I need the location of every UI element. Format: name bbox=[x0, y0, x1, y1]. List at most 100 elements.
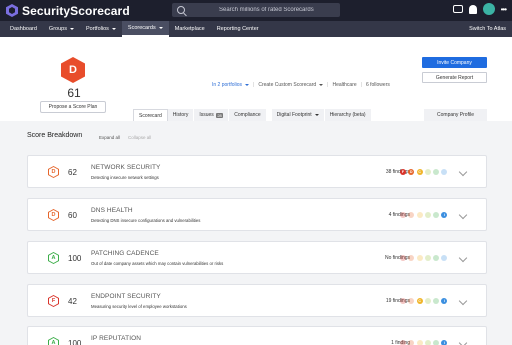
factor-card[interactable]: A 100 PATCHING CADENCE Out of date company … bbox=[27, 241, 487, 274]
severity-dot: C bbox=[416, 298, 423, 304]
factor-card[interactable]: F 42 ENDPOINT SECURITY Measuring security l… bbox=[27, 284, 487, 317]
factor-grade-badge: D bbox=[48, 166, 59, 178]
factor-score: 100 bbox=[68, 254, 82, 263]
factor-description: Out of date company assets which may con… bbox=[91, 261, 224, 266]
severity-dot bbox=[400, 212, 406, 218]
factor-card[interactable]: D 60 DNS HEALTH Detecting DNS insecure conf… bbox=[27, 198, 487, 231]
portfolios-link[interactable]: In 2 portfolios bbox=[212, 82, 250, 88]
factor-card[interactable]: A100IP REPUTATIONDetecting suspicious ac… bbox=[27, 326, 487, 345]
tab-scorecard[interactable]: Scorecard bbox=[133, 109, 168, 121]
tab-compliance[interactable]: Compliance bbox=[229, 109, 267, 121]
tab-history[interactable]: History bbox=[167, 109, 195, 121]
chevron-down-icon[interactable] bbox=[458, 253, 468, 263]
severity-dot bbox=[408, 255, 415, 261]
switch-to-atlas-link[interactable]: Switch To Atlas bbox=[469, 21, 506, 37]
separator: | bbox=[327, 82, 329, 88]
factor-name: DNS HEALTH bbox=[91, 207, 133, 214]
nav-scorecards-label: Scorecards bbox=[127, 25, 156, 31]
issues-count-badge: 28 bbox=[215, 112, 224, 118]
tab-issues-label: Issues bbox=[199, 112, 214, 118]
factor-description: Measuring security level of employee wor… bbox=[91, 304, 187, 309]
collapse-all-link[interactable]: Collapse all bbox=[128, 135, 151, 140]
factor-card[interactable]: D 62 NETWORK SECURITY Detecting insecure ne… bbox=[27, 155, 487, 188]
company-score: 61 bbox=[67, 86, 81, 100]
chevron-down-icon[interactable] bbox=[458, 167, 468, 177]
tab-digital-footprint-label: Digital Footprint bbox=[276, 112, 312, 118]
expand-all-link[interactable]: Expand all bbox=[99, 135, 120, 140]
severity-dot bbox=[416, 340, 423, 345]
create-custom-scorecard-label: Create Custom Scorecard bbox=[258, 82, 317, 88]
severity-dot bbox=[408, 298, 415, 304]
tab-company-profile[interactable]: Company Profile bbox=[424, 109, 487, 121]
logo-icon bbox=[6, 4, 18, 17]
nav-reporting-center[interactable]: Reporting Center bbox=[211, 21, 265, 37]
severity-dot bbox=[400, 298, 406, 304]
chevron-down-icon[interactable] bbox=[458, 296, 468, 306]
nav-portfolios[interactable]: Portfolios bbox=[80, 21, 122, 37]
severity-dot: i bbox=[441, 212, 448, 218]
severity-dot bbox=[433, 340, 440, 345]
severity-dot: C bbox=[416, 169, 423, 175]
severity-dots bbox=[400, 255, 448, 261]
severity-dots: FDC bbox=[400, 169, 448, 175]
nav-portfolios-label: Portfolios bbox=[85, 26, 109, 32]
company-meta: In 2 portfolios | Create Custom Scorecar… bbox=[212, 82, 390, 88]
tab-issues[interactable]: Issues 28 bbox=[194, 109, 230, 121]
search-bar[interactable] bbox=[172, 3, 340, 17]
tab-hierarchy[interactable]: Hierarchy (beta) bbox=[324, 109, 372, 121]
factor-grade-badge: F bbox=[48, 295, 59, 307]
factor-name: IP REPUTATION bbox=[91, 335, 142, 342]
logo[interactable]: SecurityScorecard bbox=[6, 3, 130, 18]
severity-dot bbox=[416, 212, 423, 218]
chevron-down-icon bbox=[158, 27, 163, 29]
chevron-down-icon[interactable] bbox=[458, 210, 468, 220]
nav-groups[interactable]: Groups bbox=[43, 21, 80, 37]
factor-grade-letter: D bbox=[49, 210, 58, 220]
nav-scorecards[interactable]: Scorecards bbox=[121, 21, 169, 37]
bell-icon[interactable] bbox=[468, 4, 477, 14]
factor-grade-letter: F bbox=[49, 296, 58, 306]
search-input[interactable] bbox=[219, 7, 339, 13]
factor-grade-badge: A bbox=[48, 337, 59, 345]
severity-dot bbox=[400, 255, 406, 261]
severity-dot bbox=[441, 255, 448, 261]
avatar[interactable] bbox=[482, 3, 495, 15]
severity-dot bbox=[400, 340, 406, 345]
severity-dot bbox=[433, 169, 440, 175]
nav-marketplace[interactable]: Marketplace bbox=[169, 21, 211, 37]
severity-dot bbox=[433, 255, 440, 261]
company-header: D 61 Propose a Score Plan In 2 portfolio… bbox=[0, 37, 512, 121]
factor-name: ENDPOINT SECURITY bbox=[91, 293, 161, 300]
factor-score: 62 bbox=[68, 168, 77, 177]
chat-icon[interactable] bbox=[452, 5, 463, 13]
severity-dot bbox=[424, 255, 431, 261]
nav-groups-label: Groups bbox=[48, 26, 67, 32]
factor-description: Detecting DNS insecure configurations an… bbox=[91, 218, 201, 223]
severity-dot: i bbox=[441, 340, 448, 345]
create-custom-scorecard-link[interactable]: Create Custom Scorecard bbox=[258, 82, 324, 88]
followers-count[interactable]: 6 followers bbox=[366, 82, 390, 88]
chevron-down-icon[interactable] bbox=[458, 338, 468, 345]
nav-dashboard[interactable]: Dashboard bbox=[4, 21, 43, 37]
severity-dot bbox=[424, 298, 431, 304]
factor-score: 42 bbox=[68, 297, 77, 306]
propose-score-plan-button[interactable]: Propose a Score Plan bbox=[40, 101, 106, 113]
severity-dot bbox=[424, 169, 431, 175]
factor-grade-letter: A bbox=[49, 338, 58, 345]
more-icon[interactable]: ••• bbox=[501, 5, 507, 14]
severity-dot bbox=[441, 169, 448, 175]
main-nav: Dashboard Groups Portfolios Scorecards M… bbox=[0, 21, 512, 37]
portfolios-link-label: In 2 portfolios bbox=[212, 82, 243, 88]
search-icon bbox=[177, 6, 185, 14]
severity-dot bbox=[408, 212, 415, 218]
separator: | bbox=[253, 82, 255, 88]
severity-dot: D bbox=[408, 169, 415, 175]
severity-dots: i bbox=[400, 212, 448, 218]
invite-company-button[interactable]: Invite Company bbox=[422, 57, 487, 68]
generate-report-button[interactable]: Generate Report bbox=[422, 72, 487, 83]
factor-grade-letter: D bbox=[49, 167, 58, 177]
tab-digital-footprint[interactable]: Digital Footprint bbox=[271, 109, 325, 121]
severity-dots: i bbox=[400, 340, 448, 345]
industry-label: Healthcare bbox=[332, 82, 357, 88]
chevron-down-icon bbox=[69, 28, 74, 30]
